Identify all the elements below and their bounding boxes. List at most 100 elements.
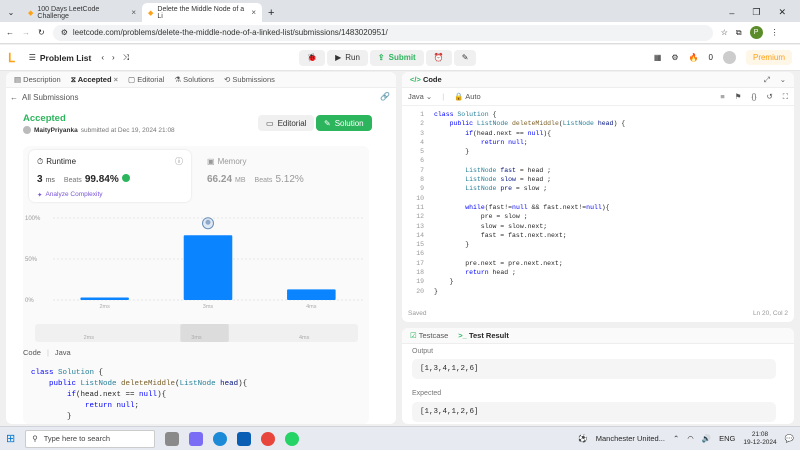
- debug-button[interactable]: 🐞: [299, 49, 326, 66]
- code-token: ListNode: [465, 176, 501, 184]
- browser-tab-2[interactable]: ◆ Delete the Middle Node of a Li ×: [142, 3, 262, 22]
- format-icon[interactable]: ≡: [720, 92, 724, 101]
- wifi-icon[interactable]: ◠: [687, 434, 694, 443]
- reload-icon[interactable]: ↻: [38, 28, 45, 37]
- leetcode-logo[interactable]: ᒪ: [8, 51, 15, 65]
- runtime-card[interactable]: ⏱ Runtime ⓘ 3 ms Beats 99.84% ✦ Analyze …: [29, 150, 191, 202]
- edge-icon[interactable]: [213, 431, 228, 446]
- expand-icon[interactable]: ⤢: [764, 75, 770, 85]
- run-button[interactable]: ▶ Run: [327, 49, 368, 66]
- code-header: Code | Java: [23, 348, 71, 357]
- extensions-icon[interactable]: ⧉: [736, 28, 742, 38]
- tab-editorial[interactable]: ▢ Editorial: [128, 75, 164, 84]
- tab-menu-icon[interactable]: ⌄: [0, 3, 22, 22]
- code-line: 10: [402, 194, 794, 203]
- submit-button[interactable]: ⇪ Submit: [369, 49, 424, 66]
- collapse-icon[interactable]: ⌄: [780, 75, 786, 84]
- next-problem-icon[interactable]: ›: [112, 53, 115, 62]
- all-submissions-link[interactable]: ← All Submissions: [10, 93, 78, 102]
- editor-tab-bar: </> Code ⤢ ⌄: [402, 72, 794, 88]
- weather-widget[interactable]: Manchester United...: [596, 434, 665, 443]
- settings-icon[interactable]: ⚙: [671, 53, 678, 62]
- copilot-icon[interactable]: [189, 431, 204, 446]
- checkbox-icon: ☑: [410, 331, 417, 340]
- editorial-button[interactable]: ▭ Editorial: [258, 115, 315, 131]
- code-line: 20}: [402, 287, 794, 296]
- tab-accepted[interactable]: ⧖ Accepted ×: [71, 75, 118, 85]
- tab-description[interactable]: ▤ Description: [14, 75, 61, 84]
- code-line: class Solution {: [31, 368, 361, 379]
- fullscreen-icon[interactable]: ⛶: [783, 92, 788, 102]
- bookmark-star-icon[interactable]: ☆: [721, 28, 728, 37]
- code-token: fast: [500, 166, 516, 174]
- forward-icon[interactable]: →: [22, 28, 30, 37]
- tab-code[interactable]: </> Code: [410, 75, 442, 84]
- notes-button[interactable]: ✎: [453, 49, 477, 66]
- premium-button[interactable]: Premium: [745, 50, 792, 65]
- timer-button[interactable]: ⏰: [425, 49, 452, 66]
- solution-button[interactable]: ✎ Solution: [316, 115, 372, 131]
- y-tick-label: 100%: [25, 216, 41, 222]
- address-bar-row: ← → ↻ ⚙ leetcode.com/problems/delete-the…: [0, 22, 800, 44]
- code-token: }: [434, 148, 470, 156]
- info-icon[interactable]: ⓘ: [175, 156, 183, 167]
- close-icon[interactable]: ×: [114, 75, 118, 84]
- result-tab-bar: ☑ Testcase >_ Test Result: [402, 328, 794, 344]
- volume-icon[interactable]: 🔊: [702, 434, 711, 443]
- site-info-icon: ⚙: [60, 28, 68, 37]
- minimize-icon[interactable]: –: [729, 8, 734, 18]
- tray-chevron-icon[interactable]: ⌃: [673, 434, 679, 443]
- code-icon: </>: [410, 75, 421, 84]
- browser-tab-1[interactable]: ◆ 100 Days LeetCode Challenge ×: [22, 3, 142, 22]
- line-number: 15: [416, 241, 424, 249]
- maximize-icon[interactable]: ❐: [752, 7, 760, 18]
- code-line: 12 pre = slow ;: [402, 212, 794, 221]
- url-field[interactable]: ⚙ leetcode.com/problems/delete-the-middl…: [52, 24, 713, 41]
- status-badge: Accepted: [23, 113, 66, 124]
- windows-start-icon[interactable]: ⊞: [6, 432, 15, 445]
- analyze-complexity-link[interactable]: ✦ Analyze Complexity: [37, 191, 103, 199]
- whatsapp-icon[interactable]: [285, 431, 300, 446]
- leetcode-icon: ◆: [28, 9, 34, 17]
- auto-mode-toggle[interactable]: 🔒 Auto: [454, 92, 480, 101]
- notification-icon[interactable]: 💬: [785, 434, 794, 443]
- close-icon[interactable]: ×: [131, 8, 136, 17]
- new-tab-icon[interactable]: +: [262, 3, 280, 22]
- user-avatar[interactable]: [722, 51, 736, 64]
- language-select[interactable]: Java ⌄: [408, 92, 432, 101]
- tab-testcase[interactable]: ☑ Testcase: [410, 331, 448, 340]
- code-token: (head.next ==: [473, 129, 528, 137]
- close-window-icon[interactable]: ✕: [778, 7, 786, 18]
- avatar[interactable]: P: [749, 26, 763, 39]
- share-link-icon[interactable]: 🔗: [380, 92, 390, 101]
- reset-icon[interactable]: ↺: [766, 92, 772, 101]
- problem-list-link[interactable]: Problem List: [40, 53, 91, 63]
- streak-icon[interactable]: 🔥: [689, 53, 699, 62]
- leetcode-nav: ᒪ ☰ Problem List ‹ › ⤨ 🐞 ▶ Run ⇪ Submit ⏰ …: [0, 45, 800, 71]
- close-icon[interactable]: ×: [251, 8, 256, 17]
- tab-solutions[interactable]: ⚗ Solutions: [174, 75, 214, 84]
- tab-submissions[interactable]: ⟲ Submissions: [224, 75, 275, 84]
- taskbar-search[interactable]: ⚲ Type here to search: [25, 429, 156, 448]
- language-indicator[interactable]: ENG: [719, 434, 735, 443]
- bookmark-icon[interactable]: ⚑: [735, 92, 742, 101]
- prev-problem-icon[interactable]: ‹: [101, 53, 104, 62]
- mail-icon[interactable]: [237, 431, 252, 446]
- more-icon[interactable]: ⋮: [771, 28, 779, 37]
- clock[interactable]: 21:08 19-12-2024: [743, 431, 776, 447]
- tab-test-result[interactable]: >_ Test Result: [458, 331, 509, 340]
- task-view-icon[interactable]: [165, 431, 180, 446]
- layout-icon[interactable]: ▦: [654, 53, 662, 62]
- braces-icon[interactable]: {}: [751, 92, 756, 101]
- submission-panel: ▤ Description ⧖ Accepted × ▢ Editorial ⚗…: [6, 72, 396, 424]
- code-token: (fast!=: [484, 203, 513, 211]
- chrome-icon[interactable]: [261, 431, 276, 446]
- code-editor[interactable]: 1 class Solution {2 public ListNode delet…: [402, 109, 794, 299]
- line-number: 18: [416, 269, 424, 277]
- memory-card[interactable]: ▣ Memory 66.24 MB Beats 5.12%: [201, 150, 361, 202]
- shuffle-icon[interactable]: ⤨: [123, 53, 129, 63]
- back-icon[interactable]: ←: [6, 28, 14, 37]
